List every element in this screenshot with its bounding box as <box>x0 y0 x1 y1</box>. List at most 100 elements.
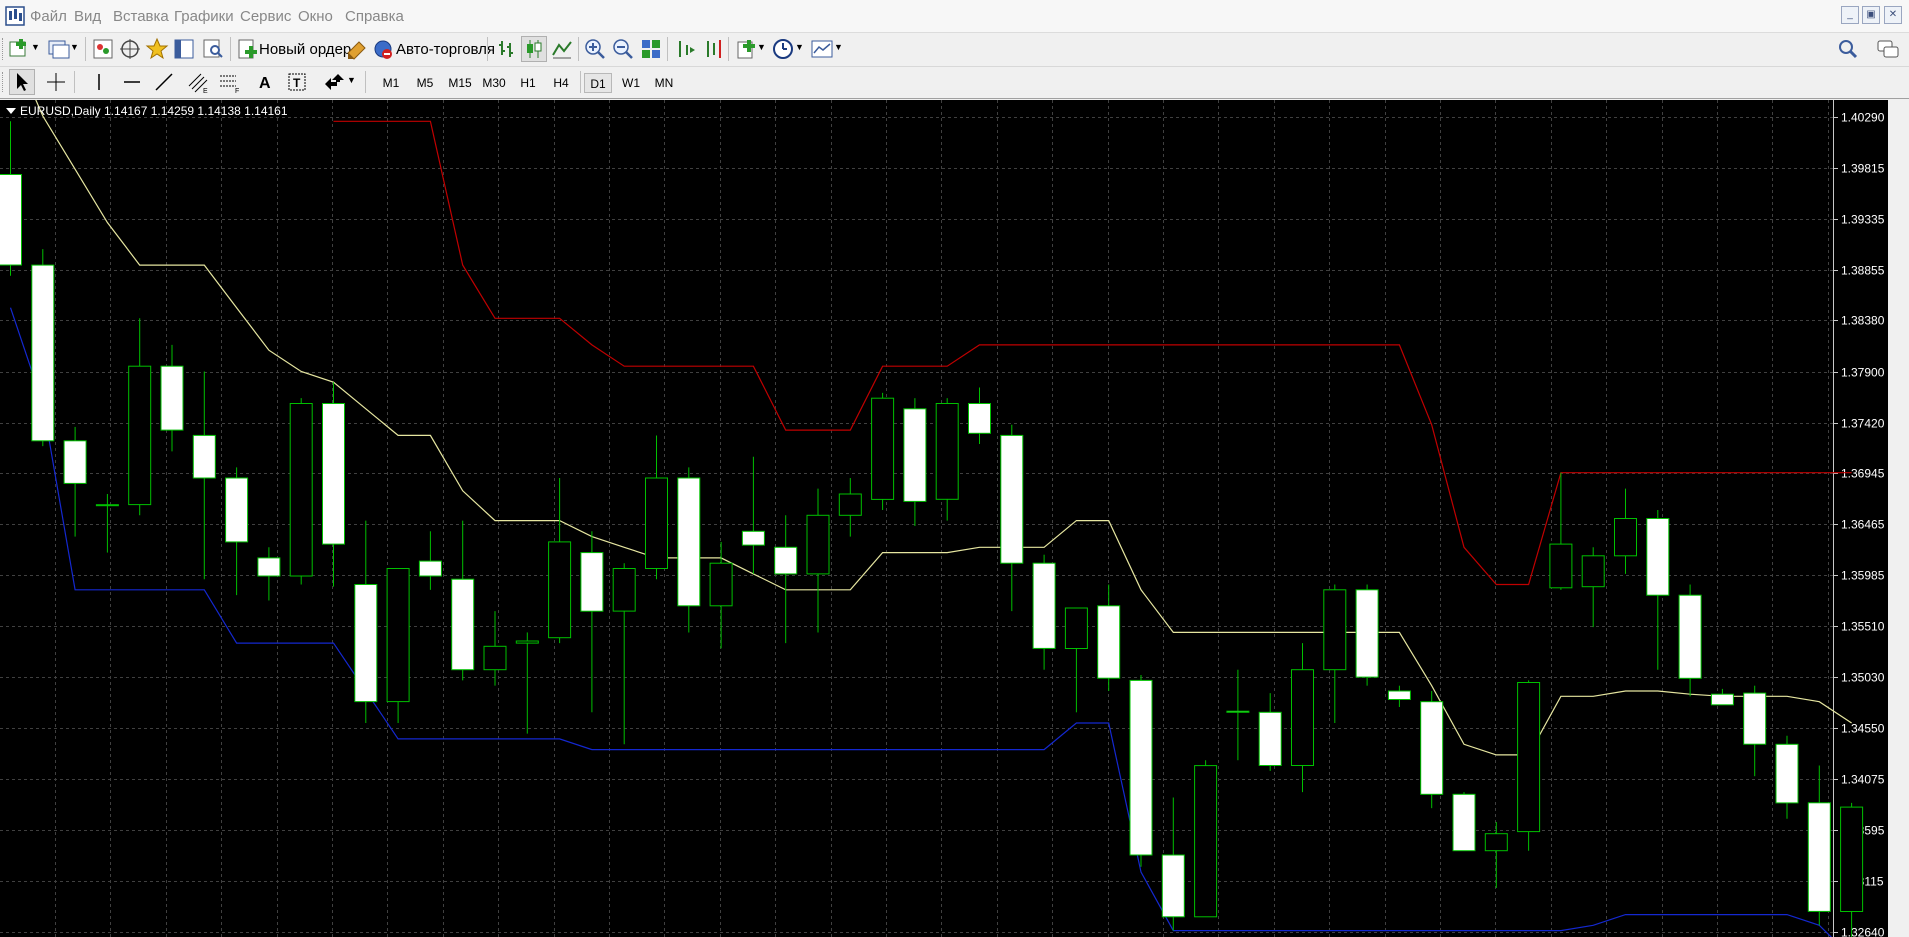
bearish-candle <box>257 557 281 577</box>
market-watch-icon[interactable] <box>91 37 115 61</box>
chart-shift-icon[interactable] <box>673 37 697 61</box>
y-axis-tick-label: 1.40290 <box>1841 111 1885 125</box>
search-icon[interactable] <box>1836 37 1860 61</box>
toolbar-grip[interactable] <box>2 72 6 92</box>
toolbar-separator <box>667 37 668 61</box>
menu-tools[interactable]: Сервис <box>240 8 291 25</box>
bearish-candle <box>677 477 701 607</box>
menu-window[interactable]: Окно <box>298 8 333 25</box>
bullish-candle <box>128 365 152 506</box>
timeframe-d1[interactable]: D1 <box>584 73 612 93</box>
bullish-candle <box>1840 806 1864 912</box>
profiles-icon[interactable] <box>47 37 71 61</box>
menu-view[interactable]: Вид <box>74 8 101 25</box>
bullish-candle <box>612 568 636 612</box>
chevron-down-icon[interactable]: ▼ <box>70 42 79 52</box>
bullish-candle <box>289 403 313 577</box>
bearish-candle <box>31 264 55 442</box>
autotrading-button[interactable]: Авто-торговля <box>396 41 495 58</box>
close-icon[interactable]: ✕ <box>1884 6 1902 24</box>
bullish-candle <box>1291 669 1314 767</box>
timeframe-w1[interactable]: W1 <box>616 73 646 93</box>
bearish-candle <box>1258 711 1282 766</box>
toolbar-grip[interactable] <box>2 38 6 60</box>
collapse-triangle-icon[interactable] <box>6 108 16 114</box>
crosshair-icon[interactable] <box>44 70 68 94</box>
candlestick-icon[interactable] <box>521 36 547 62</box>
text-icon[interactable]: A <box>253 70 277 94</box>
cursor-icon[interactable] <box>9 69 35 95</box>
timeframe-h4[interactable]: H4 <box>546 73 576 93</box>
y-axis-tick-label: 1.39335 <box>1841 213 1885 227</box>
fibonacci-icon[interactable]: F <box>217 70 241 94</box>
toolbar-separator <box>578 37 579 61</box>
y-axis-tick-label: 1.37420 <box>1841 417 1885 431</box>
bullish-candle <box>483 645 507 671</box>
strategy-tester-icon[interactable] <box>201 37 225 61</box>
app-icon[interactable] <box>4 5 26 27</box>
bullish-candle <box>1064 607 1088 649</box>
bearish-candle <box>580 552 604 612</box>
vertical-line-icon[interactable] <box>87 70 111 94</box>
templates-icon[interactable] <box>810 37 834 61</box>
data-window-icon[interactable] <box>118 37 142 61</box>
periods-icon[interactable] <box>771 37 795 61</box>
y-axis-tick-label: 1.38380 <box>1841 314 1885 328</box>
bullish-candle <box>1581 555 1605 588</box>
indicators-icon[interactable] <box>735 37 759 61</box>
chevron-down-icon[interactable]: ▼ <box>31 42 40 52</box>
zoom-in-icon[interactable] <box>583 37 607 61</box>
price-chart[interactable]: 1.40290 1.39815 1.39335 1.38855 1.38380 1.379… <box>0 100 1888 937</box>
autotrading-icon[interactable] <box>371 37 395 61</box>
timeframe-h1[interactable]: H1 <box>513 73 543 93</box>
menu-insert[interactable]: Вставка <box>113 8 169 25</box>
chart-symbol-quote: EURUSD,Daily 1.14167 1.14259 1.14138 1.1… <box>20 104 288 118</box>
bullish-candle <box>806 514 830 575</box>
chevron-down-icon[interactable]: ▼ <box>347 75 356 85</box>
new-order-button[interactable]: Новый ордер <box>259 41 351 58</box>
toolbar-separator <box>487 37 488 61</box>
timeframe-m1[interactable]: M1 <box>376 73 406 93</box>
metaeditor-icon[interactable] <box>345 37 369 61</box>
bullish-candle <box>1323 589 1347 671</box>
autoscroll-icon[interactable] <box>701 37 725 61</box>
chevron-down-icon[interactable]: ▼ <box>795 42 804 52</box>
bearish-candle <box>1226 710 1250 713</box>
minimize-icon[interactable]: _ <box>1841 6 1859 24</box>
bearish-candle <box>1452 793 1476 852</box>
chat-icon[interactable] <box>1876 37 1900 61</box>
timeframe-m5[interactable]: M5 <box>410 73 440 93</box>
trendline-icon[interactable] <box>152 70 176 94</box>
bearish-candle <box>192 434 216 479</box>
equidistant-channel-icon[interactable]: E <box>186 70 210 94</box>
chart-window[interactable]: 1.40290 1.39815 1.39335 1.38855 1.38380 1.379… <box>0 100 1909 937</box>
text-label-icon[interactable]: T <box>285 70 309 94</box>
bearish-candle <box>1420 701 1444 795</box>
line-chart-icon[interactable] <box>550 37 574 61</box>
restore-icon[interactable]: ▣ <box>1862 6 1880 24</box>
zoom-out-icon[interactable] <box>611 37 635 61</box>
timeframe-m30[interactable]: M30 <box>479 73 509 93</box>
new-chart-icon[interactable] <box>8 37 32 61</box>
arrows-icon[interactable] <box>322 70 346 94</box>
navigator-icon[interactable] <box>145 37 169 61</box>
new-order-icon[interactable] <box>236 37 260 61</box>
bullish-candle <box>386 568 410 703</box>
bullish-candle <box>871 397 895 500</box>
menu-charts[interactable]: Графики <box>174 8 234 25</box>
chevron-down-icon[interactable]: ▼ <box>757 42 766 52</box>
bar-chart-icon[interactable] <box>494 37 518 61</box>
bullish-candle <box>935 403 959 500</box>
bearish-candle <box>1161 854 1185 918</box>
bullish-candle <box>645 477 668 569</box>
timeframe-mn[interactable]: MN <box>649 73 679 93</box>
horizontal-line-icon[interactable] <box>120 70 144 94</box>
tile-windows-icon[interactable] <box>639 37 663 61</box>
chevron-down-icon[interactable]: ▼ <box>834 42 843 52</box>
timeframe-m15[interactable]: M15 <box>445 73 475 93</box>
terminal-icon[interactable] <box>172 37 196 61</box>
svg-text:E: E <box>203 88 208 94</box>
menu-file[interactable]: Файл <box>30 8 67 25</box>
bearish-candle <box>774 546 798 575</box>
menu-help[interactable]: Справка <box>345 8 404 25</box>
